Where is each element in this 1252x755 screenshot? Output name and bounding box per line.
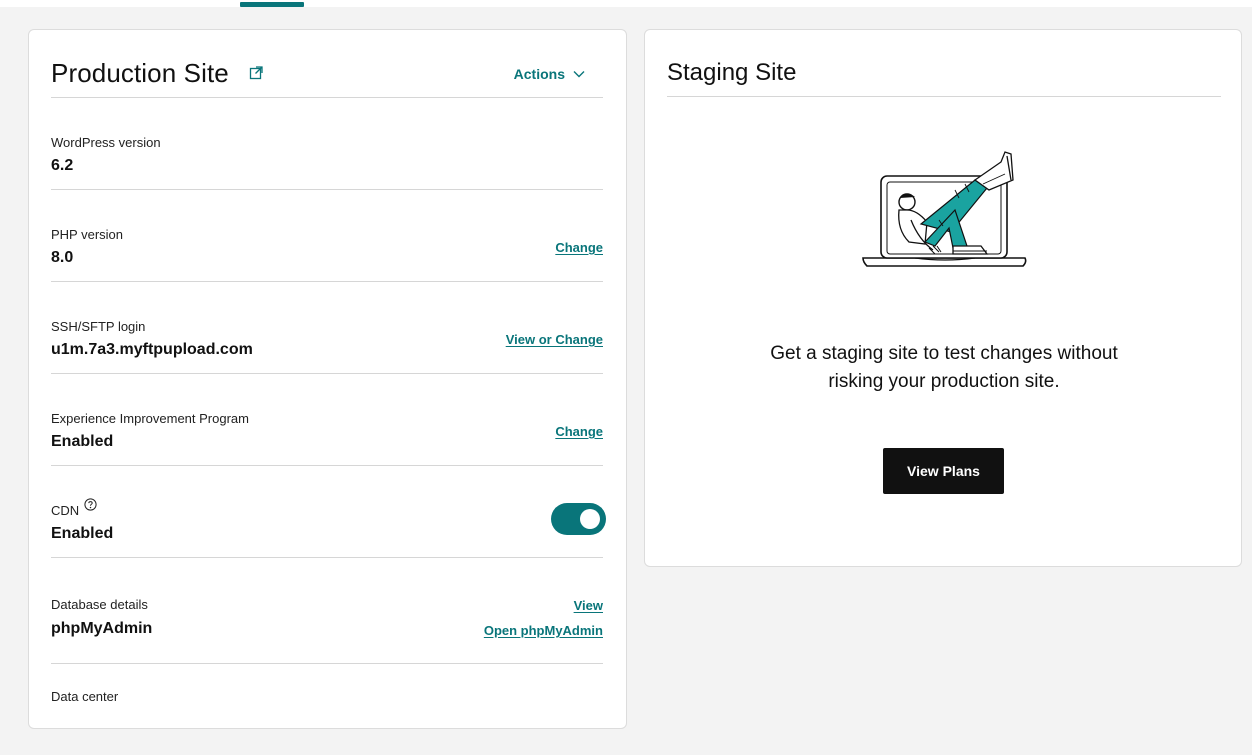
top-nav-strip bbox=[0, 0, 1252, 7]
experience-program-row: Experience Improvement Program Enabled C… bbox=[51, 373, 603, 466]
database-view-link[interactable]: View bbox=[574, 598, 603, 613]
help-circle-icon[interactable] bbox=[84, 498, 97, 511]
external-link-icon[interactable] bbox=[249, 66, 263, 80]
data-center-label: Data center bbox=[51, 689, 119, 704]
staging-illustration bbox=[862, 151, 1027, 267]
data-center-row: Data center bbox=[51, 663, 603, 755]
staging-site-title: Staging Site bbox=[667, 59, 797, 86]
open-phpmyadmin-link[interactable]: Open phpMyAdmin bbox=[484, 623, 603, 638]
ssh-sftp-value: u1m.7a3.myftpupload.com bbox=[51, 341, 253, 358]
cdn-label: CDN bbox=[51, 503, 80, 518]
database-details-row: Database details phpMyAdmin View Open ph… bbox=[51, 557, 603, 664]
staging-site-card: Staging Site Get a staging site to test … bbox=[644, 29, 1242, 567]
actions-label: Actions bbox=[513, 66, 565, 82]
experience-program-change-link[interactable]: Change bbox=[555, 424, 603, 439]
cdn-label-wrap: CDN bbox=[51, 498, 97, 519]
php-version-value: 8.0 bbox=[51, 249, 74, 266]
wordpress-version-row: WordPress version 6.2 bbox=[51, 97, 603, 190]
staging-description-line1: Get a staging site to test changes witho… bbox=[770, 343, 1118, 364]
chevron-down-icon bbox=[573, 71, 585, 78]
ssh-view-or-change-link[interactable]: View or Change bbox=[506, 332, 603, 347]
staging-site-header: Staging Site bbox=[667, 30, 1221, 97]
cdn-toggle-knob bbox=[580, 509, 600, 529]
cdn-toggle[interactable] bbox=[551, 503, 606, 535]
active-tab-indicator bbox=[240, 2, 304, 7]
experience-program-label: Experience Improvement Program bbox=[51, 411, 249, 426]
php-version-row: PHP version 8.0 Change bbox=[51, 189, 603, 282]
staging-description-line2: risking your production site. bbox=[828, 371, 1060, 392]
production-site-card: Production Site Actions WordPress versio… bbox=[28, 29, 627, 729]
php-version-change-link[interactable]: Change bbox=[555, 240, 603, 255]
ssh-sftp-label: SSH/SFTP login bbox=[51, 319, 146, 334]
wordpress-version-value: 6.2 bbox=[51, 157, 74, 174]
experience-program-value: Enabled bbox=[51, 433, 114, 450]
view-plans-button[interactable]: View Plans bbox=[883, 448, 1004, 494]
ssh-sftp-row: SSH/SFTP login u1m.7a3.myftpupload.com V… bbox=[51, 281, 603, 374]
database-details-value: phpMyAdmin bbox=[51, 620, 153, 637]
production-site-header: Production Site Actions bbox=[51, 30, 603, 98]
production-site-title: Production Site bbox=[51, 58, 229, 88]
php-version-label: PHP version bbox=[51, 227, 124, 242]
cdn-row: CDN Enabled bbox=[51, 465, 606, 558]
staging-description: Get a staging site to test changes witho… bbox=[645, 340, 1243, 396]
actions-dropdown-button[interactable]: Actions bbox=[514, 66, 585, 82]
cdn-value: Enabled bbox=[51, 525, 114, 542]
database-details-label: Database details bbox=[51, 597, 148, 612]
wordpress-version-label: WordPress version bbox=[51, 135, 161, 150]
